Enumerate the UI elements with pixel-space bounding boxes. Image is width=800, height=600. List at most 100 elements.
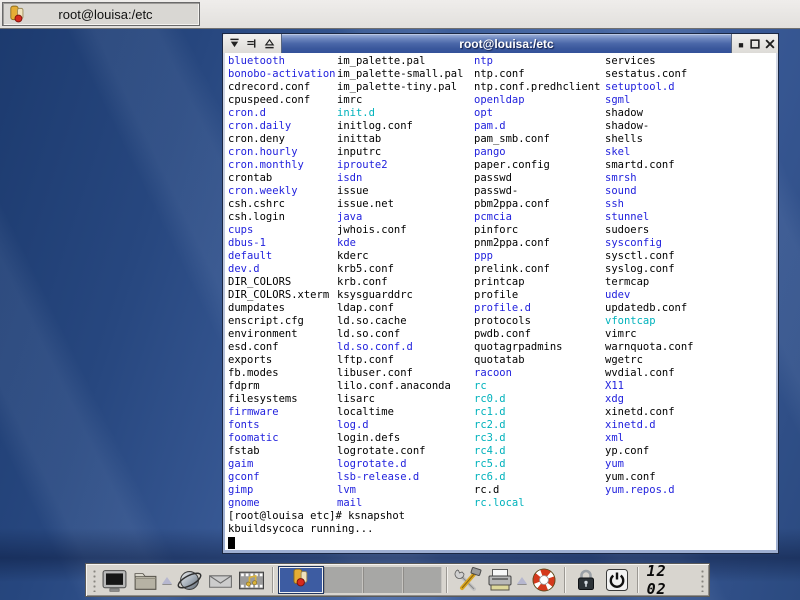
file-entry: isdn bbox=[337, 172, 362, 185]
taskbar-empty-slot bbox=[363, 567, 403, 593]
file-entry: smartd.conf bbox=[605, 159, 675, 172]
panel-drag-handle[interactable] bbox=[699, 568, 704, 592]
file-entry: issue.net bbox=[337, 198, 394, 211]
file-entry: smrsh bbox=[605, 172, 637, 185]
taskbar-empty-slot bbox=[324, 567, 364, 593]
file-entry: ntp.conf.predhclient bbox=[474, 81, 600, 94]
terminal-row: firmwarelocaltimerc1.dxinetd.conf bbox=[228, 406, 776, 419]
expand-arrow-icon[interactable] bbox=[162, 577, 172, 584]
terminal-row: dbus-1kdepnm2ppa.confsysconfig bbox=[228, 237, 776, 250]
terminal-row: cupsjwhois.confpinforcsudoers bbox=[228, 224, 776, 237]
lock-icon[interactable] bbox=[572, 565, 599, 595]
unshade-icon[interactable] bbox=[264, 38, 275, 49]
konsole-app-icon bbox=[8, 5, 26, 23]
window-titlebar[interactable]: root@louisa:/etc bbox=[223, 34, 778, 53]
file-entry: vimrc bbox=[605, 328, 637, 341]
file-entry: default bbox=[228, 250, 272, 263]
file-entry: environment bbox=[228, 328, 298, 341]
file-entry: lvm bbox=[337, 484, 356, 497]
panel-separator bbox=[272, 567, 274, 593]
file-listing: bluetoothim_palette.palntpservicesbonobo… bbox=[228, 55, 776, 510]
file-entry: pam.d bbox=[474, 120, 506, 133]
file-entry: ksysguarddrc bbox=[337, 289, 413, 302]
maximize-icon[interactable] bbox=[749, 38, 761, 50]
terminal-row: bonobo-activationim_palette-small.palntp… bbox=[228, 68, 776, 81]
file-entry: issue bbox=[337, 185, 369, 198]
file-entry: profile.d bbox=[474, 302, 531, 315]
file-entry: gaim bbox=[228, 458, 253, 471]
shade-icon[interactable] bbox=[229, 38, 240, 49]
prompt-line: [root@louisa etc]# ksnapshot bbox=[228, 510, 776, 523]
terminal-row: fontslog.drc2.dxinetd.d bbox=[228, 419, 776, 432]
printer-icon[interactable] bbox=[486, 565, 514, 595]
file-entry: updatedb.conf bbox=[605, 302, 687, 315]
terminal-row: cron.denyinittabpam_smb.confshells bbox=[228, 133, 776, 146]
file-entry: sudoers bbox=[605, 224, 649, 237]
file-entry: services bbox=[605, 55, 656, 68]
file-entry: DIR_COLORS bbox=[228, 276, 291, 289]
window-title-area[interactable]: root@louisa:/etc bbox=[282, 34, 731, 53]
panel-separator bbox=[564, 567, 566, 593]
file-entry: passwd- bbox=[474, 185, 518, 198]
file-entry: setuptool.d bbox=[605, 81, 675, 94]
file-entry: crontab bbox=[228, 172, 272, 185]
help-lifering-icon[interactable] bbox=[530, 565, 558, 595]
file-entry: imrc bbox=[337, 94, 362, 107]
konsole-app-icon bbox=[291, 568, 310, 592]
terminal-row: fb.modeslibuser.confracoonwvdial.conf bbox=[228, 367, 776, 380]
taskbar-task-label: root@louisa:/etc bbox=[26, 7, 199, 22]
terminal-content[interactable]: bluetoothim_palette.palntpservicesbonobo… bbox=[225, 53, 776, 550]
file-entry: yum bbox=[605, 458, 624, 471]
file-entry: lisarc bbox=[337, 393, 375, 406]
file-entry: X11 bbox=[605, 380, 624, 393]
folder-home-icon[interactable] bbox=[132, 565, 159, 595]
terminal-row: dev.dkrb5.confprelink.confsyslog.conf bbox=[228, 263, 776, 276]
file-entry: shells bbox=[605, 133, 643, 146]
window-menu-tab bbox=[223, 34, 282, 53]
multimedia-icon[interactable] bbox=[238, 565, 265, 595]
taskbar-empty-slot bbox=[403, 567, 443, 593]
terminal-row: DIR_COLORSkrb.confprintcaptermcap bbox=[228, 276, 776, 289]
pin-icon[interactable] bbox=[246, 38, 257, 49]
expand-arrow-icon[interactable] bbox=[517, 577, 527, 584]
minimize-icon[interactable] bbox=[735, 38, 747, 50]
terminal-row: enscript.cfgld.so.cacheprotocolsvfontcap bbox=[228, 315, 776, 328]
terminal-row: exportslftp.confquotatabwgetrc bbox=[228, 354, 776, 367]
file-entry: esd.conf bbox=[228, 341, 279, 354]
terminal-icon[interactable] bbox=[100, 565, 127, 595]
file-entry: csh.login bbox=[228, 211, 285, 224]
file-entry: fb.modes bbox=[228, 367, 279, 380]
terminal-row: DIR_COLORS.xtermksysguarddrcprofileudev bbox=[228, 289, 776, 302]
terminal-row: bluetoothim_palette.palntpservices bbox=[228, 55, 776, 68]
file-entry: iproute2 bbox=[337, 159, 388, 172]
file-entry: profile bbox=[474, 289, 518, 302]
file-entry: cron.deny bbox=[228, 133, 285, 146]
panel-clock[interactable]: 12 02 bbox=[647, 562, 693, 598]
close-icon[interactable] bbox=[764, 38, 776, 50]
file-entry: skel bbox=[605, 146, 630, 159]
bottom-panel: 12 02 bbox=[85, 563, 710, 597]
power-icon[interactable] bbox=[603, 565, 630, 595]
terminal-row: filesystemslisarcrc0.dxdg bbox=[228, 393, 776, 406]
file-entry: openldap bbox=[474, 94, 525, 107]
taskbar-task-terminal[interactable]: root@louisa:/etc bbox=[2, 2, 200, 26]
system-tools-icon[interactable] bbox=[454, 565, 482, 595]
file-entry: exports bbox=[228, 354, 272, 367]
file-entry: paper.config bbox=[474, 159, 550, 172]
file-entry: pbm2ppa.conf bbox=[474, 198, 550, 211]
active-task-tile[interactable] bbox=[278, 566, 324, 594]
panel-separator bbox=[446, 567, 448, 593]
file-entry: rc2.d bbox=[474, 419, 506, 432]
file-entry: fonts bbox=[228, 419, 260, 432]
file-entry: printcap bbox=[474, 276, 525, 289]
terminal-row: crontabisdnpasswdsmrsh bbox=[228, 172, 776, 185]
file-entry: cron.daily bbox=[228, 120, 291, 133]
mail-icon[interactable] bbox=[207, 565, 234, 595]
file-entry: syslog.conf bbox=[605, 263, 675, 276]
file-entry: ppp bbox=[474, 250, 493, 263]
file-entry: rc3.d bbox=[474, 432, 506, 445]
web-browser-icon[interactable] bbox=[175, 565, 202, 595]
file-entry: yp.conf bbox=[605, 445, 649, 458]
file-entry: quotatab bbox=[474, 354, 525, 367]
panel-drag-handle[interactable] bbox=[91, 568, 96, 592]
